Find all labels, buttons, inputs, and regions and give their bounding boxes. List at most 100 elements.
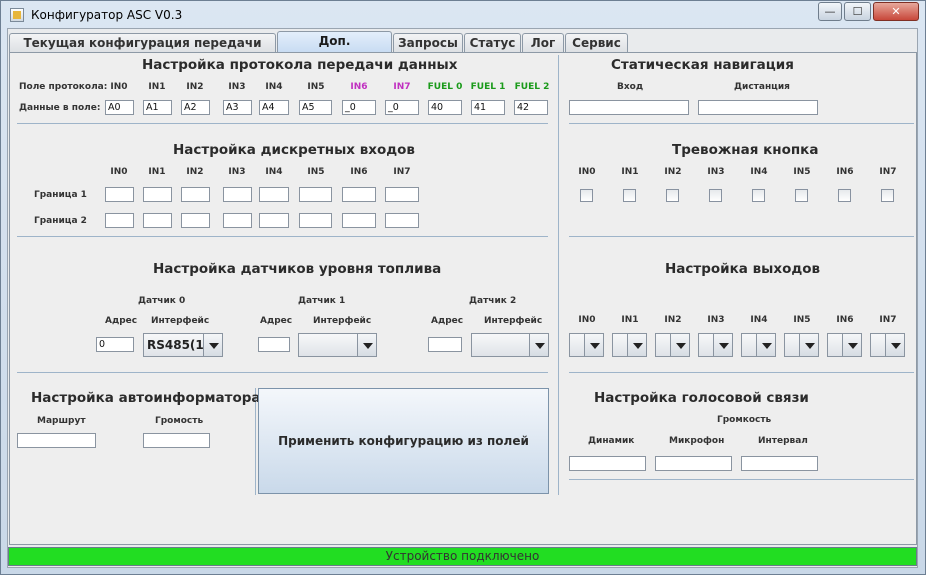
protocol-value-fuel1[interactable]: 41 — [471, 100, 505, 115]
alarm-in2-checkbox[interactable] — [666, 189, 679, 202]
border2-in3-field[interactable] — [223, 213, 252, 228]
sensor1-address-field[interactable] — [258, 337, 290, 352]
sensor1-interface-select[interactable] — [298, 333, 377, 357]
output-in6-select[interactable] — [827, 333, 862, 357]
vertical-divider — [558, 55, 559, 495]
alarm-channel-in7: IN7 — [879, 167, 897, 177]
border1-in3-field[interactable] — [223, 187, 252, 202]
discrete-channel-in7: IN7 — [393, 167, 411, 177]
apply-config-button[interactable]: Применить конфигурацию из полей — [258, 388, 549, 494]
protocol-value-in4[interactable]: A4 — [259, 100, 289, 115]
alarm-in3-checkbox[interactable] — [709, 189, 722, 202]
app-icon — [10, 8, 24, 22]
route-field[interactable] — [17, 433, 96, 448]
divider — [569, 479, 914, 480]
protocol-value-in6[interactable]: _0 — [342, 100, 376, 115]
protocol-value-fuel0[interactable]: 40 — [428, 100, 462, 115]
border1-in0-field[interactable] — [105, 187, 134, 202]
sensor2-interface-select[interactable] — [471, 333, 549, 357]
alarm-in5-checkbox[interactable] — [795, 189, 808, 202]
output-in7-select[interactable] — [870, 333, 905, 357]
alarm-section-title: Тревожная кнопка — [672, 142, 819, 158]
output-in4-select[interactable] — [741, 333, 776, 357]
chevron-down-icon — [713, 334, 732, 356]
alarm-channel-in0: IN0 — [578, 167, 596, 177]
protocol-field-in3: IN3 — [228, 82, 246, 92]
speaker-label: Динамик — [588, 436, 635, 446]
chevron-down-icon — [885, 334, 904, 356]
nav-input-field[interactable] — [569, 100, 689, 115]
tab-status[interactable]: Статус — [464, 33, 521, 53]
discrete-section-title: Настройка дискретных входов — [173, 142, 415, 158]
protocol-value-in2[interactable]: A2 — [181, 100, 210, 115]
fuel-section-title: Настройка датчиков уровня топлива — [153, 261, 442, 277]
protocol-field-in5: IN5 — [307, 82, 325, 92]
output-in5-select[interactable] — [784, 333, 819, 357]
discrete-channel-in1: IN1 — [148, 167, 166, 177]
autoinformer-volume-field[interactable] — [143, 433, 210, 448]
minimize-button[interactable]: — — [818, 2, 842, 21]
border1-in7-field[interactable] — [385, 187, 419, 202]
nav-distance-label: Дистанция — [734, 82, 790, 92]
discrete-channel-in2: IN2 — [186, 167, 204, 177]
output-in2-select[interactable] — [655, 333, 690, 357]
output-in1-select[interactable] — [612, 333, 647, 357]
alarm-channel-in6: IN6 — [836, 167, 854, 177]
border1-in6-field[interactable] — [342, 187, 376, 202]
border1-in1-field[interactable] — [143, 187, 172, 202]
protocol-value-in3[interactable]: A3 — [223, 100, 252, 115]
close-button[interactable]: ✕ — [873, 2, 919, 21]
border2-in5-field[interactable] — [299, 213, 332, 228]
sensor0-address-field[interactable]: 0 — [96, 337, 134, 352]
divider — [17, 372, 548, 373]
protocol-value-fuel2[interactable]: 42 — [514, 100, 548, 115]
static-nav-section-title: Статическая навигация — [611, 57, 794, 73]
output-in0-select[interactable] — [569, 333, 604, 357]
route-label: Маршрут — [37, 416, 86, 426]
alarm-in4-checkbox[interactable] — [752, 189, 765, 202]
discrete-border2-label: Граница 2 — [34, 216, 87, 226]
alarm-in6-checkbox[interactable] — [838, 189, 851, 202]
output-channel-in0: IN0 — [578, 315, 596, 325]
protocol-field-fuel1: FUEL 1 — [470, 82, 506, 92]
discrete-border1-label: Граница 1 — [34, 190, 87, 200]
protocol-field-in7: IN7 — [393, 82, 411, 92]
alarm-in1-checkbox[interactable] — [623, 189, 636, 202]
tab-current-config[interactable]: Текущая конфигурация передачи данных — [9, 33, 276, 68]
border2-in7-field[interactable] — [385, 213, 419, 228]
tab-extra-params[interactable]: Доп. параметры — [277, 31, 392, 66]
mic-field[interactable] — [655, 456, 732, 471]
border1-in4-field[interactable] — [259, 187, 289, 202]
protocol-value-in0[interactable]: A0 — [105, 100, 134, 115]
border2-in0-field[interactable] — [105, 213, 134, 228]
protocol-field-in0: IN0 — [110, 82, 128, 92]
autoinformer-section-title: Настройка автоинформатора — [31, 390, 261, 406]
output-in3-select[interactable] — [698, 333, 733, 357]
border2-in4-field[interactable] — [259, 213, 289, 228]
border2-in2-field[interactable] — [181, 213, 210, 228]
border1-in5-field[interactable] — [299, 187, 332, 202]
sensor2-address-field[interactable] — [428, 337, 462, 352]
speaker-field[interactable] — [569, 456, 646, 471]
tab-requests[interactable]: Запросы — [393, 33, 463, 53]
nav-distance-field[interactable] — [698, 100, 818, 115]
protocol-field-in4: IN4 — [265, 82, 283, 92]
outputs-section-title: Настройка выходов — [665, 261, 821, 277]
alarm-in0-checkbox[interactable] — [580, 189, 593, 202]
protocol-value-in7[interactable]: _0 — [385, 100, 419, 115]
alarm-in7-checkbox[interactable] — [881, 189, 894, 202]
border2-in1-field[interactable] — [143, 213, 172, 228]
interval-field[interactable] — [741, 456, 818, 471]
alarm-channel-in2: IN2 — [664, 167, 682, 177]
sensor0-interface-select[interactable]: RS485(1) — [143, 333, 223, 357]
border2-in6-field[interactable] — [342, 213, 376, 228]
tab-service[interactable]: Сервис — [565, 33, 628, 53]
protocol-value-in5[interactable]: A5 — [299, 100, 332, 115]
protocol-value-in1[interactable]: A1 — [143, 100, 172, 115]
voice-section-title: Настройка голосовой связи — [594, 390, 809, 406]
tab-log[interactable]: Лог — [522, 33, 564, 53]
border1-in2-field[interactable] — [181, 187, 210, 202]
maximize-button[interactable]: ☐ — [844, 2, 871, 21]
sensor2-interface-label: Интерфейс — [484, 316, 543, 326]
chevron-down-icon — [842, 334, 861, 356]
